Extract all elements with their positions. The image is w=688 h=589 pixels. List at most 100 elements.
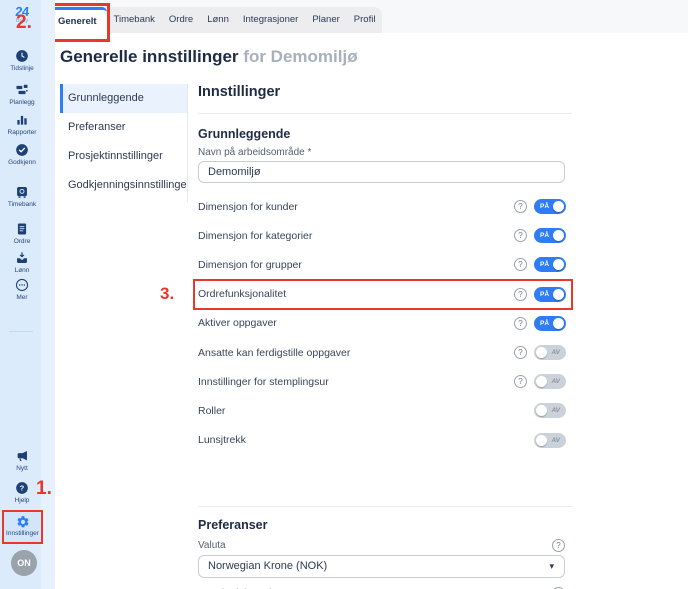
setting-row-lunsjtrekk: Lunsjtrekk AV (198, 426, 572, 455)
page-title-sub: for Demomiljø (243, 47, 357, 66)
setting-row-ansatte-ferdigstille: Ansatte kan ferdigstille oppgaver ? AV (198, 338, 572, 367)
tab-timebank[interactable]: Timebank (107, 7, 162, 33)
sidebar-item-label: Planlegg (0, 99, 44, 106)
clock-icon (0, 49, 44, 63)
sidebar-item-label: Godkjenn (0, 159, 44, 166)
sidebar-item-label: Tidslinje (0, 65, 44, 72)
help-icon[interactable]: ? (514, 200, 527, 213)
toggle-knob (553, 289, 564, 300)
toggle-stemplingsur[interactable]: AV (534, 374, 566, 389)
toggle-lunsjtrekk[interactable]: AV (534, 433, 566, 448)
section-grunnleggende-heading: Grunnleggende (198, 127, 572, 141)
avatar[interactable]: ON (11, 550, 37, 576)
row-label: Dimensjon for grupper (198, 259, 302, 271)
subnav-item-prosjektinnstillinger[interactable]: Prosjektinnstillinger (60, 142, 187, 171)
sidebar-item-label: Mer (0, 294, 44, 301)
currency-value: Norwegian Krone (NOK) (208, 560, 327, 572)
tab-lonn[interactable]: Lønn (200, 7, 236, 33)
sidebar-item-nytt[interactable]: Nytt (0, 449, 44, 472)
sidebar-item-timebank[interactable]: Timebank (0, 185, 44, 208)
workspace-name-label: Navn på arbeidsområde * (198, 147, 572, 158)
annotation-step-2: 2. (16, 12, 32, 34)
toggle-knob (553, 318, 564, 329)
currency-select[interactable]: Norwegian Krone (NOK) ▾ (198, 555, 565, 578)
sidebar-item-ordre[interactable]: Ordre (0, 222, 44, 245)
help-icon[interactable]: ? (514, 229, 527, 242)
sidebar-item-innstillinger[interactable]: Innstillinger (2, 510, 43, 544)
subnav-item-grunnleggende[interactable]: Grunnleggende (60, 84, 187, 113)
toggle-dimensjon-grupper[interactable]: PÅ (534, 257, 566, 272)
gear-icon (4, 515, 41, 529)
help-icon[interactable]: ? (514, 317, 527, 330)
row-label: Lunsjtrekk (198, 434, 246, 446)
currency-label: Valuta (198, 540, 226, 551)
check-circle-icon (0, 143, 44, 157)
sidebar-item-label: Nytt (0, 465, 44, 472)
annotation-step-1: 1. (36, 478, 52, 500)
toggle-rows: Dimensjon for kunder ? PÅ Dimensjon for … (198, 192, 572, 455)
page-title: Generelle innstillinger for Demomiljø (60, 47, 688, 67)
sidebar-item-rapporter[interactable]: Rapporter (0, 113, 44, 136)
row-label: Innstillinger for stemplingsur (198, 376, 329, 388)
tab-planer[interactable]: Planer (305, 7, 346, 33)
sidebar-item-label: Rapporter (0, 129, 44, 136)
toggle-knob (553, 230, 564, 241)
sidebar-item-mer[interactable]: Mer (0, 278, 44, 301)
setting-row-roller: Roller AV (198, 396, 572, 425)
toggle-dimensjon-kunder[interactable]: PÅ (534, 199, 566, 214)
help-icon[interactable]: ? (514, 288, 527, 301)
divider (198, 113, 572, 114)
bar-chart-icon (0, 113, 44, 127)
app-sidebar: 24 Busy Tidslinje Planlegg Rapporter God… (0, 0, 55, 589)
sidebar-item-label: Lønn (0, 267, 44, 274)
chevron-down-icon: ▾ (549, 556, 554, 577)
help-icon[interactable]: ? (514, 258, 527, 271)
setting-row-ordrefunksjonalitet: 3. Ordrefunksjonalitet ? PÅ (198, 280, 572, 309)
settings-subnav: Grunnleggende Preferanser Prosjektinnsti… (60, 84, 188, 202)
section-preferanser-heading: Preferanser (198, 518, 572, 532)
setting-row-dimensjon-grupper: Dimensjon for grupper ? PÅ (198, 250, 572, 279)
row-label: Ordrefunksjonalitet (198, 288, 286, 300)
toggle-ordrefunksjonalitet[interactable]: PÅ (534, 287, 566, 302)
receipt-icon (0, 222, 44, 236)
workspace-name-input[interactable] (198, 161, 565, 183)
row-label: Dimensjon for kategorier (198, 230, 312, 242)
sidebar-item-tidslinje[interactable]: Tidslinje (0, 49, 44, 72)
help-icon[interactable]: ? (514, 375, 527, 388)
tab-label: Generelt (58, 16, 97, 27)
setting-row-aktiver-oppgaver: Aktiver oppgaver ? PÅ (198, 309, 572, 338)
subnav-item-preferanser[interactable]: Preferanser (60, 113, 187, 142)
sidebar-item-planlegg[interactable]: Planlegg (0, 83, 44, 106)
sidebar-item-godkjenn[interactable]: Godkjenn (0, 143, 44, 166)
svg-text:?: ? (20, 484, 25, 493)
toggle-knob (536, 435, 547, 446)
tab-integrasjoner[interactable]: Integrasjoner (236, 7, 305, 33)
divider (198, 506, 572, 507)
ellipsis-circle-icon (0, 278, 44, 292)
toggle-state-label: AV (551, 374, 560, 389)
toggle-state-label: AV (551, 433, 560, 448)
tab-generelt[interactable]: Generelt (48, 7, 107, 36)
row-label: Roller (198, 405, 225, 417)
megaphone-icon (0, 449, 44, 463)
toggle-aktiver-oppgaver[interactable]: PÅ (534, 316, 566, 331)
toggle-roller[interactable]: AV (534, 403, 566, 418)
inbox-download-icon (0, 251, 44, 265)
toggle-knob (536, 347, 547, 358)
row-label: Ansatte kan ferdigstille oppgaver (198, 347, 350, 359)
help-icon[interactable]: ? (552, 539, 565, 552)
toggle-dimensjon-kategorier[interactable]: PÅ (534, 228, 566, 243)
help-icon[interactable]: ? (514, 346, 527, 359)
toggle-state-label: PÅ (540, 257, 549, 272)
toggle-state-label: AV (551, 345, 560, 360)
toggle-state-label: PÅ (540, 228, 549, 243)
toggle-knob (553, 201, 564, 212)
sidebar-item-lonn[interactable]: Lønn (0, 251, 44, 274)
tab-profil[interactable]: Profil (347, 7, 383, 33)
toggle-knob (536, 376, 547, 387)
sidebar-item-label: Timebank (0, 201, 44, 208)
subnav-item-godkjenningsinnstillinger[interactable]: Godkjenningsinnstillinger (60, 171, 187, 200)
tab-ordre[interactable]: Ordre (162, 7, 200, 33)
toggle-ansatte-ferdigstille[interactable]: AV (534, 345, 566, 360)
sidebar-item-label: Ordre (0, 238, 44, 245)
